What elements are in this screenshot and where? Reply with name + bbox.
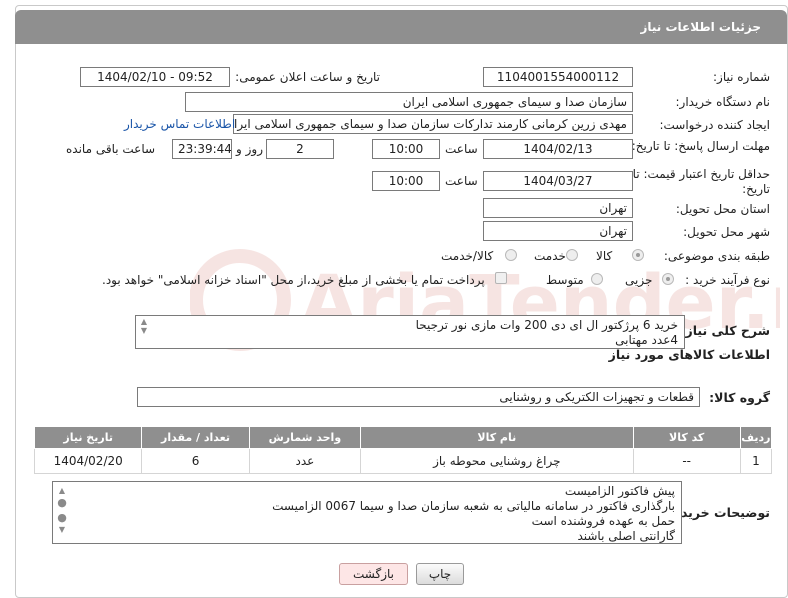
description-textarea[interactable]: خرید 6 پرژکتور ال ای دی 200 وات مازی نور… xyxy=(135,315,685,349)
goods-group-label: گروه کالا: xyxy=(709,390,770,405)
announce-datetime-label: تاریخ و ساعت اعلان عمومی: xyxy=(235,70,380,84)
col-goods-code: کد کالا xyxy=(632,426,741,449)
category-radio-goods[interactable] xyxy=(632,249,644,261)
purchase-partial-label: جزیی xyxy=(625,273,653,287)
reply-date-field: 1404/02/13 xyxy=(483,139,633,159)
notes-line: حمل به عهده فروشنده است xyxy=(531,514,675,528)
scroll-down-icon[interactable]: ▼ xyxy=(137,326,151,335)
need-number-field: 1104001554000112 xyxy=(483,67,633,87)
table-header-row: ردیف کد کالا نام کالا واحد شمارش تعداد /… xyxy=(33,426,773,449)
province-label: استان محل تحویل: xyxy=(675,202,770,216)
price-validity-label: حداقل تاریخ اعتبار قیمت: تا تاریخ: xyxy=(632,167,770,196)
category-service-label: خدمت xyxy=(534,249,566,263)
col-need-date: تاریخ نیاز xyxy=(33,426,143,449)
cell-goods-name: چراغ روشنایی محوطه باز xyxy=(360,448,634,474)
validity-time-label: ساعت xyxy=(445,174,478,188)
cell-need-date: 1404/02/20 xyxy=(33,448,143,474)
requester-field: مهدی زرین کرمانی کارمند تدارکات سازمان ص… xyxy=(233,114,633,134)
col-quantity: تعداد / مقدار xyxy=(141,426,250,449)
purchase-radio-partial[interactable] xyxy=(662,273,674,285)
goods-table: ردیف کد کالا نام کالا واحد شمارش تعداد /… xyxy=(33,426,773,474)
buyer-org-label: نام دستگاه خریدار: xyxy=(675,95,771,109)
cell-quantity: 6 xyxy=(141,448,250,474)
purchase-medium-label: متوسط xyxy=(546,273,584,287)
scroll-down-icon[interactable]: ▼ xyxy=(56,525,68,534)
reply-time-field: 10:00 xyxy=(372,139,440,159)
notes-line: بارگذاری فاکتور در سامانه مالیاتی به شعب… xyxy=(272,499,675,513)
purchase-radio-medium[interactable] xyxy=(591,273,603,285)
goods-group-field: قطعات و تجهیزات الکتریکی و روشنایی xyxy=(137,387,700,407)
col-goods-name: نام کالا xyxy=(360,426,634,449)
description-line: 4عدد مهتابی xyxy=(615,333,678,347)
notes-line: گارانتی اصلی باشند xyxy=(577,529,675,543)
table-row[interactable]: 1 -- چراغ روشنایی محوطه باز عدد 6 1404/0… xyxy=(33,448,773,474)
category-radio-goods-service[interactable] xyxy=(505,249,517,261)
reply-deadline-label: مهلت ارسال پاسخ: تا تاریخ: xyxy=(631,139,770,153)
description-label: شرح کلی نیاز: xyxy=(680,323,770,338)
scroll-thumb-icon[interactable]: ● xyxy=(56,511,68,525)
category-goods-service-label: کالا/خدمت xyxy=(441,249,494,263)
description-line: خرید 6 پرژکتور ال ای دی 200 وات مازی نور… xyxy=(415,318,678,332)
col-row-number: ردیف xyxy=(739,426,773,449)
buyer-notes-textarea[interactable]: پیش فاکتور الزامیست بارگذاری فاکتور در س… xyxy=(52,481,682,544)
treasury-payment-checkbox[interactable] xyxy=(495,272,507,284)
print-button[interactable]: چاپ xyxy=(416,563,464,585)
need-number-label: شماره نیاز: xyxy=(713,70,770,84)
scroll-up-icon[interactable]: ▲ xyxy=(56,486,68,495)
days-remaining-field: 2 xyxy=(266,139,334,159)
announce-datetime-field: 1404/02/10 - 09:52 xyxy=(80,67,230,87)
remaining-time-field: 23:39:44 xyxy=(172,139,232,159)
requester-label: ایجاد کننده درخواست: xyxy=(659,118,770,132)
scroll-up-icon[interactable]: ▲ xyxy=(137,317,151,326)
province-field: تهران xyxy=(483,198,633,218)
buyer-contact-link[interactable]: اطلاعات تماس خریدار xyxy=(124,117,235,131)
validity-date-field: 1404/03/27 xyxy=(483,171,633,191)
back-button[interactable]: بازگشت xyxy=(339,563,408,585)
panel-header: جزئیات اطلاعات نیاز xyxy=(15,10,787,44)
purchase-type-label: نوع فرآیند خرید : xyxy=(685,273,770,287)
remaining-hours-label: ساعت باقی مانده xyxy=(66,142,156,156)
scroll-thumb-icon[interactable]: ● xyxy=(56,495,68,511)
validity-time-field: 10:00 xyxy=(372,171,440,191)
cell-goods-code: -- xyxy=(632,448,741,474)
description-scrollbar[interactable]: ▲ ▼ xyxy=(137,317,151,335)
city-field: تهران xyxy=(483,221,633,241)
cell-row-number: 1 xyxy=(739,448,773,474)
city-label: شهر محل تحویل: xyxy=(683,225,770,239)
category-label: طبقه بندی موضوعی: xyxy=(663,249,770,263)
reply-time-label: ساعت xyxy=(445,142,478,156)
buyer-org-field: سازمان صدا و سیمای جمهوری اسلامی ایران xyxy=(185,92,633,112)
category-goods-label: کالا xyxy=(596,249,613,263)
notes-line: پیش فاکتور الزامیست xyxy=(564,484,675,498)
day-and-label: روز و xyxy=(236,142,263,156)
notes-scrollbar[interactable]: ▲ ● ● ▼ xyxy=(56,486,68,534)
category-radio-service[interactable] xyxy=(566,249,578,261)
cell-unit: عدد xyxy=(248,448,362,474)
treasury-payment-note: پرداخت تمام یا بخشی از مبلغ خرید،از محل … xyxy=(102,273,485,287)
col-unit: واحد شمارش xyxy=(248,426,362,449)
goods-info-heading: اطلاعات کالاهای مورد نیاز xyxy=(608,347,770,362)
